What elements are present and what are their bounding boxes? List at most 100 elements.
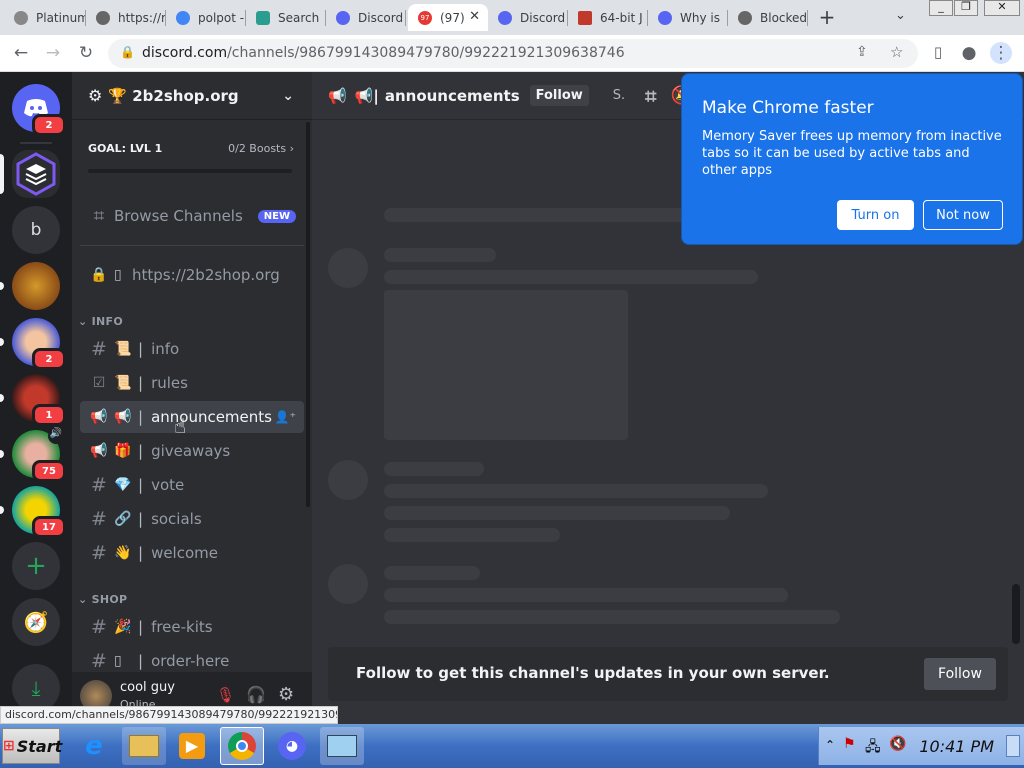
- start-label: Start: [16, 736, 63, 756]
- follow-button[interactable]: Follow: [924, 658, 996, 690]
- boost-goal[interactable]: GOAL: LVL 1 0/2 Boosts ›: [88, 142, 294, 155]
- tray-expand-icon[interactable]: ⌃: [825, 738, 835, 752]
- follow-message: Follow to get this channel's updates in …: [356, 664, 830, 682]
- discord-taskbar-icon[interactable]: ◕: [270, 727, 314, 765]
- server-2b2shop-icon[interactable]: [0, 150, 60, 198]
- clock[interactable]: 10:41 PM: [919, 737, 994, 756]
- not-now-button[interactable]: Not now: [923, 200, 1003, 230]
- browse-channels-icon: ⌗: [93, 205, 105, 227]
- share-icon[interactable]: ⇪: [856, 44, 868, 60]
- flag-warning-icon[interactable]: ⚑: [843, 736, 856, 752]
- channel-announcements[interactable]: 📢 📢 | announcements 👤⁺: [80, 401, 304, 433]
- boost-count: 0/2 Boosts: [228, 142, 287, 155]
- chrome-taskbar-icon[interactable]: [220, 727, 264, 765]
- loading-placeholder: [384, 610, 840, 624]
- header-follow-button[interactable]: Follow: [529, 85, 589, 106]
- browser-tab[interactable]: Why is: [648, 4, 728, 31]
- browser-tab[interactable]: Discord: [488, 4, 568, 31]
- notification-badge: 2: [32, 114, 66, 136]
- channel-sidebar: ⚙ 🏆 2b2shop.org ⌄ GOAL: LVL 1 0/2 Boosts…: [72, 72, 312, 722]
- browser-tab-active[interactable]: 97 (97) ✕: [408, 4, 488, 31]
- channel-rules[interactable]: ☑ 📜 | rules: [80, 367, 304, 399]
- settings-gear-icon[interactable]: ⚙: [278, 684, 294, 705]
- tab-search-chevron-icon[interactable]: ⌄: [895, 8, 906, 23]
- close-tab-icon[interactable]: ✕: [469, 9, 480, 24]
- side-panel-icon[interactable]: ▯: [927, 43, 949, 61]
- invite-user-icon[interactable]: 👤⁺: [275, 410, 296, 424]
- turn-on-button[interactable]: Turn on: [837, 200, 914, 230]
- channel-name: https://2b2shop.org: [132, 266, 280, 284]
- boost-progress-bar: [88, 169, 292, 173]
- server-avatar-icon[interactable]: 2: [0, 318, 66, 370]
- server-avatar-icon[interactable]: 17: [0, 486, 66, 538]
- browse-channels-item[interactable]: ⌗ Browse Channels NEW: [80, 200, 304, 232]
- channel-info[interactable]: # 📜 | info: [80, 333, 304, 365]
- remote-desktop-icon[interactable]: [320, 727, 364, 765]
- discord-favicon-icon: [336, 10, 350, 25]
- channel-socials[interactable]: # 🔗 | socials: [80, 503, 304, 535]
- server-avatar-icon[interactable]: [0, 262, 60, 310]
- loading-placeholder: [384, 528, 560, 542]
- browser-tab[interactable]: Discord: [326, 4, 406, 31]
- media-player-icon[interactable]: ▶: [170, 727, 214, 765]
- channel-welcome[interactable]: # 👋 | welcome: [80, 537, 304, 569]
- bookmark-star-icon[interactable]: ☆: [890, 43, 903, 61]
- mute-mic-icon[interactable]: 🎙: [216, 686, 235, 704]
- browser-tab-strip: Platinum https://m polpot - Search Disco…: [0, 0, 1024, 35]
- channel-vote[interactable]: # 💎 | vote: [80, 469, 304, 501]
- tab-title: Discord: [520, 10, 566, 25]
- network-icon[interactable]: 🖧: [865, 736, 881, 760]
- server-initial: b: [30, 220, 42, 240]
- hash-icon: #: [91, 650, 107, 672]
- chevron-down-icon: ⌄: [282, 87, 294, 104]
- browser-tab[interactable]: 64-bit J: [568, 4, 648, 31]
- discord-home-icon[interactable]: 2: [12, 84, 66, 136]
- discord-favicon-icon: [658, 10, 672, 25]
- browser-tab[interactable]: https://m: [86, 4, 166, 31]
- restore-button[interactable]: ❐: [954, 0, 978, 16]
- start-button[interactable]: ⊞ Start: [2, 728, 63, 764]
- show-desktop-button[interactable]: [1006, 735, 1020, 757]
- chat-scrollbar[interactable]: [1012, 584, 1020, 644]
- guild-name: 🏆 2b2shop.org: [108, 86, 239, 105]
- new-tab-button[interactable]: +: [815, 6, 839, 30]
- headphones-icon[interactable]: 🎧: [246, 685, 266, 704]
- channel-giveaways[interactable]: 📢 🎁 | giveaways: [80, 435, 304, 467]
- browser-tab[interactable]: Search: [246, 4, 326, 31]
- loading-avatar: [328, 564, 368, 604]
- download-icon[interactable]: ⤓: [12, 664, 60, 712]
- internet-explorer-icon[interactable]: e: [72, 727, 116, 765]
- threads-icon[interactable]: ⌗: [645, 84, 656, 108]
- tab-favicon-icon: [256, 10, 270, 25]
- reload-icon[interactable]: ↻: [75, 43, 97, 63]
- loading-avatar: [328, 460, 368, 500]
- explore-compass-icon[interactable]: 🧭: [12, 598, 60, 646]
- channel-free-kits[interactable]: # 🎉 | free-kits: [80, 611, 304, 643]
- profile-icon[interactable]: ●: [958, 43, 980, 63]
- url-domain: discord.com: [142, 45, 228, 61]
- category-shop[interactable]: ⌄ SHOP: [78, 593, 127, 606]
- address-bar[interactable]: 🔒 discord.com/channels/98679914308947978…: [108, 39, 918, 68]
- add-server-icon[interactable]: +: [12, 542, 60, 590]
- volume-muted-icon[interactable]: 🔇: [889, 736, 906, 752]
- browser-tab[interactable]: Platinum: [4, 4, 86, 31]
- file-explorer-icon[interactable]: [122, 727, 166, 765]
- close-window-button[interactable]: ✕: [984, 0, 1020, 16]
- forward-arrow-icon[interactable]: →: [42, 43, 64, 63]
- channel-emoji: 📜: [114, 375, 132, 391]
- popup-body: Memory Saver frees up memory from inacti…: [702, 129, 1002, 178]
- server-avatar-icon[interactable]: 🔊 75: [0, 428, 66, 482]
- browser-tab[interactable]: Blocked: [728, 4, 808, 31]
- back-arrow-icon[interactable]: ←: [10, 43, 32, 63]
- server-b-icon[interactable]: b: [12, 206, 60, 254]
- guild-header[interactable]: ⚙ 🏆 2b2shop.org ⌄: [72, 72, 312, 120]
- tab-title: Discord: [358, 10, 404, 25]
- category-info[interactable]: ⌄ INFO: [78, 315, 123, 328]
- browser-tab[interactable]: polpot -: [166, 4, 246, 31]
- server-avatar-icon[interactable]: 1: [0, 374, 66, 426]
- tab-title: 64-bit J: [600, 10, 643, 25]
- minimize-button[interactable]: _: [929, 0, 953, 16]
- channel-link[interactable]: 🔒 ▯ https://2b2shop.org: [80, 259, 304, 291]
- channel-scrollbar[interactable]: [306, 122, 310, 507]
- chrome-menu-icon[interactable]: ⋮: [990, 42, 1012, 64]
